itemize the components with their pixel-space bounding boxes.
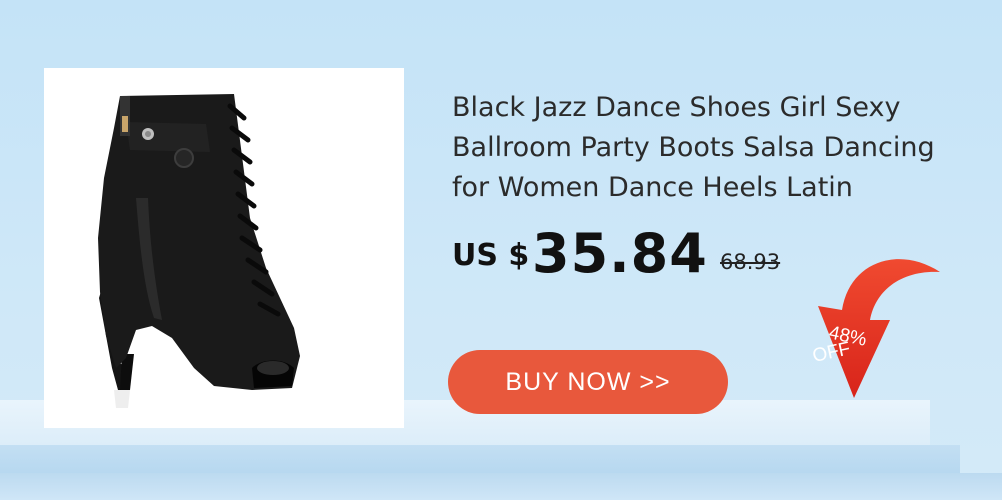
display-shelf-shadow xyxy=(0,473,1002,500)
currency-label: US $ xyxy=(452,238,530,273)
product-title[interactable]: Black Jazz Dance Shoes Girl Sexy Ballroo… xyxy=(452,88,972,208)
discount-badge: 48% OFF xyxy=(780,250,960,410)
original-price: 68.93 xyxy=(720,250,781,274)
product-image[interactable] xyxy=(44,68,404,428)
display-shelf-front xyxy=(0,445,960,473)
buy-now-button[interactable]: BUY NOW >> xyxy=(448,350,728,414)
boot-illustration xyxy=(98,94,300,408)
sale-price: 35.84 xyxy=(532,222,708,285)
curved-down-arrow-icon: 48% OFF xyxy=(811,259,940,398)
